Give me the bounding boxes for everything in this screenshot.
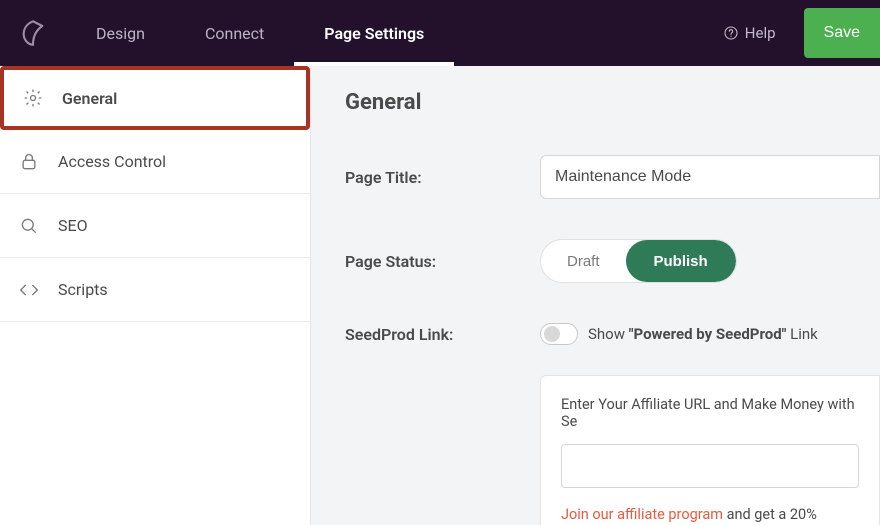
affiliate-box: Enter Your Affiliate URL and Make Money … [540, 375, 880, 525]
sidebar-item-seo[interactable]: SEO [0, 194, 310, 258]
main-panel: General Page Title: Page Status: Draft P… [311, 66, 880, 525]
tab-page-settings[interactable]: Page Settings [294, 0, 454, 66]
leaf-logo-icon [19, 19, 47, 47]
status-draft-button[interactable]: Draft [541, 240, 626, 282]
settings-sidebar: General Access Control SEO Scripts [0, 66, 311, 525]
seedprod-link-toggle[interactable] [540, 323, 578, 345]
code-icon [18, 279, 40, 301]
sidebar-item-general[interactable]: General [0, 66, 310, 130]
page-title-label: Page Title: [345, 168, 540, 187]
sidebar-item-label: General [62, 89, 117, 108]
page-heading: General [345, 90, 880, 115]
sidebar-item-scripts[interactable]: Scripts [0, 258, 310, 322]
seedprod-link-show: Show [588, 325, 629, 343]
topbar: Design Connect Page Settings Help Save [0, 0, 880, 66]
lock-icon [18, 151, 40, 173]
sidebar-item-label: Access Control [58, 152, 166, 171]
page-title-input[interactable] [540, 155, 880, 199]
seedprod-link-label: SeedProd Link: [345, 325, 540, 344]
seedprod-link-tail: Link [786, 325, 817, 343]
help-icon [723, 25, 739, 41]
row-page-status: Page Status: Draft Publish [345, 239, 880, 283]
search-icon [18, 215, 40, 237]
affiliate-join-link[interactable]: Join our affiliate program [561, 506, 723, 523]
tab-connect[interactable]: Connect [175, 0, 294, 66]
seedprod-link-text: Show "Powered by SeedProd" Link [588, 325, 818, 343]
body: General Access Control SEO Scripts Gener… [0, 66, 880, 525]
seedprod-link-bold: "Powered by SeedProd" [629, 325, 787, 343]
affiliate-intro: Enter Your Affiliate URL and Make Money … [561, 396, 859, 430]
status-publish-button[interactable]: Publish [626, 240, 736, 282]
gear-icon [22, 87, 44, 109]
logo-wrap [0, 0, 66, 66]
row-seedprod-link: SeedProd Link: Show "Powered by SeedProd… [345, 323, 880, 345]
status-toggle: Draft Publish [540, 239, 737, 283]
sidebar-item-label: SEO [58, 216, 88, 235]
tab-design[interactable]: Design [66, 0, 175, 66]
save-button[interactable]: Save [804, 8, 880, 58]
affiliate-url-input[interactable] [561, 444, 859, 488]
sidebar-item-label: Scripts [58, 280, 108, 299]
topbar-right: Help Save [723, 8, 880, 58]
toggle-knob [544, 326, 560, 342]
page-status-label: Page Status: [345, 252, 540, 271]
help-label: Help [745, 24, 776, 42]
sidebar-item-access-control[interactable]: Access Control [0, 130, 310, 194]
top-tabs: Design Connect Page Settings [66, 0, 454, 66]
affiliate-note: Join our affiliate program and get a 20%… [561, 504, 859, 525]
help-link[interactable]: Help [723, 24, 786, 42]
row-page-title: Page Title: [345, 155, 880, 199]
